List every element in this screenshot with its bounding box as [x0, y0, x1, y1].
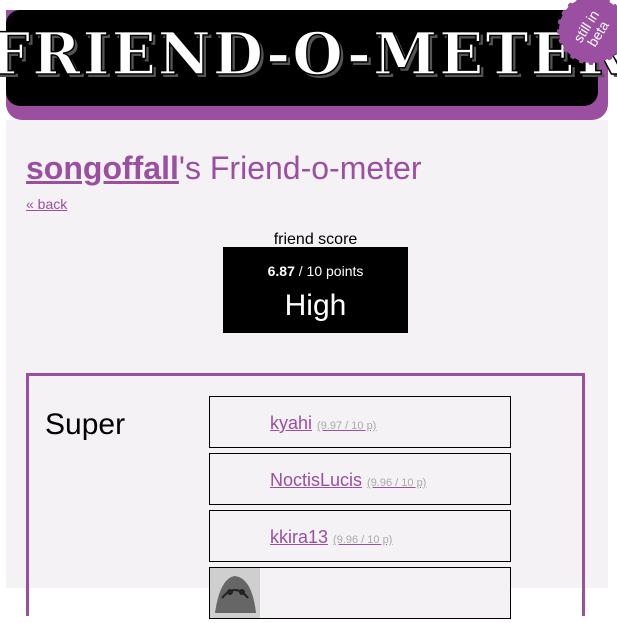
friend-score-points: 6.87 / 10 points [223, 263, 408, 279]
back-link[interactable]: « back [26, 196, 67, 212]
friend-item[interactable]: kyahi (9.97 / 10 p) [209, 396, 511, 448]
friend-score: (9.96 / 10 p) [333, 534, 393, 546]
friend-score-level: High [284, 289, 347, 322]
friend-item[interactable]: kkira13 (9.96 / 10 p) [209, 510, 511, 562]
username-link[interactable]: songoffall [26, 150, 179, 186]
friend-score-box: 6.87 / 10 points High [223, 247, 408, 333]
site-logo-text: FRIEND-O-METER [0, 19, 617, 89]
page-title: songoffall's Friend-o-meter [26, 150, 421, 187]
main-content: songoffall's Friend-o-meter « back frien… [6, 120, 608, 619]
friend-score-value: 6.87 [267, 263, 295, 279]
page-title-suffix: 's Friend-o-meter [178, 150, 422, 186]
friend-avatar[interactable] [210, 568, 260, 618]
site-logo[interactable]: FRIEND-O-METER [0, 18, 617, 90]
friend-item[interactable]: NoctisLucis (9.96 / 10 p) [209, 453, 511, 505]
friend-name-link[interactable]: NoctisLucis (9.96 / 10 p) [270, 470, 426, 491]
friend-score-max: / 10 points [294, 263, 364, 279]
friend-name-link[interactable]: kyahi (9.97 / 10 p) [270, 413, 376, 434]
friend-name-link[interactable] [270, 584, 275, 605]
friend-name-link[interactable]: kkira13 (9.96 / 10 p) [270, 527, 392, 548]
friend-group-super: Super kyahi (9.97 / 10 p) NoctisLucis (9.9… [26, 373, 585, 619]
friend-score: (9.96 / 10 p) [367, 477, 427, 489]
friend-item[interactable] [209, 567, 511, 619]
group-label: Super [45, 408, 126, 441]
friend-score: (9.97 / 10 p) [317, 420, 377, 432]
